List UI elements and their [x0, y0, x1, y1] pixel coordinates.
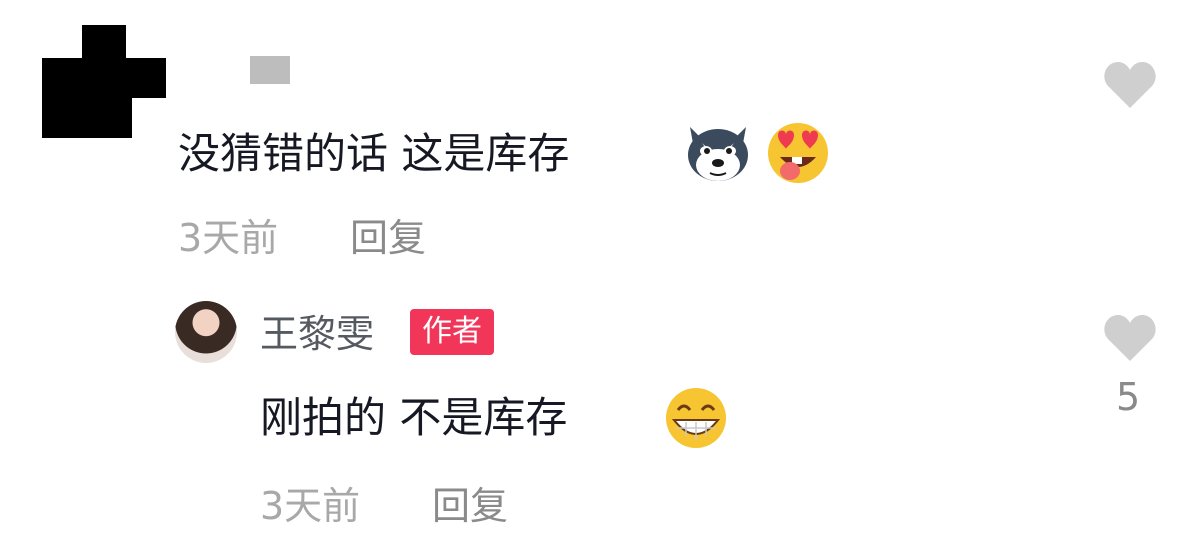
grinning-teeth-emoji [666, 388, 726, 448]
heart-eyes-tongue-emoji [768, 123, 828, 183]
reply-avatar[interactable] [175, 301, 237, 363]
comment-time: 3天前 [178, 216, 279, 260]
reply-text: 刚拍的 不是库存 [260, 393, 568, 442]
comment-reply-button[interactable]: 回复 [350, 219, 426, 257]
husky-dog-emoji [688, 127, 748, 181]
reply-like-heart-icon[interactable] [1102, 313, 1158, 363]
reply-username[interactable]: 王黎雯 [260, 315, 374, 353]
comment-text: 没猜错的话 这是库存 [178, 129, 570, 178]
author-badge: 作者 [410, 309, 494, 355]
comment-like-heart-icon[interactable] [1102, 60, 1158, 110]
reply-like-count: 5 [1116, 375, 1141, 419]
reply-reply-button[interactable]: 回复 [432, 487, 508, 525]
reply-time: 3天前 [260, 484, 361, 528]
